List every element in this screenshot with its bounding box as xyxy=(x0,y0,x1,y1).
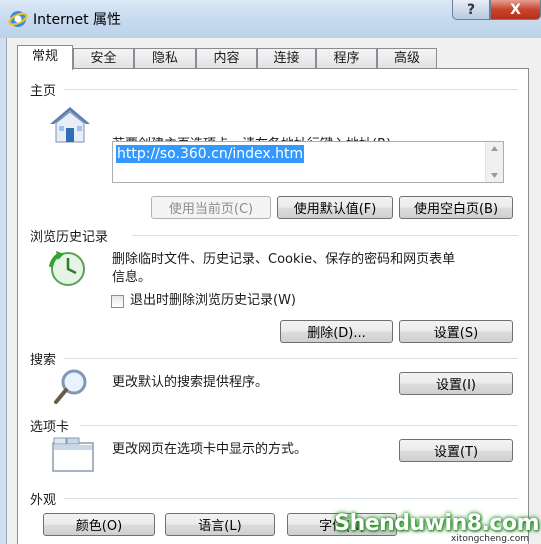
tab-content[interactable]: 内容 xyxy=(196,48,257,68)
tab-security[interactable]: 安全 xyxy=(73,48,134,68)
tabs-settings-button[interactable]: 设置(T) xyxy=(399,439,513,462)
search-settings-button[interactable]: 设置(I) xyxy=(399,372,513,395)
use-default-button[interactable]: 使用默认值(F) xyxy=(277,196,393,219)
general-panel: 主页 若要创建主页选项卡，请在各地址行键入地址(R)。 http://so.36… xyxy=(17,68,529,544)
divider xyxy=(64,358,518,359)
tab-general[interactable]: 常规 xyxy=(17,45,73,70)
divider xyxy=(80,425,518,426)
history-settings-button[interactable]: 设置(S) xyxy=(399,320,513,343)
title-bar: Internet 属性 ? X xyxy=(0,0,541,38)
divider xyxy=(132,235,518,236)
tab-programs[interactable]: 程序 xyxy=(316,48,377,68)
colors-button[interactable]: 颜色(O) xyxy=(43,513,155,536)
homepage-url-input[interactable]: http://so.360.cn/index.htm xyxy=(112,141,504,183)
home-icon xyxy=(50,107,90,143)
search-magnifier-icon xyxy=(54,369,87,404)
tab-advanced[interactable]: 高级 xyxy=(377,48,437,68)
delete-on-exit-checkbox[interactable] xyxy=(111,295,124,308)
site-watermark-sub: xitongcheng.com xyxy=(451,534,529,544)
url-scrollbar[interactable] xyxy=(485,142,503,182)
homepage-title: 主页 xyxy=(30,84,57,99)
delete-on-exit-label[interactable]: 退出时删除浏览历史记录(W) xyxy=(130,292,296,310)
close-button[interactable]: X xyxy=(490,0,541,20)
history-title: 浏览历史记录 xyxy=(30,230,109,245)
tab-connections[interactable]: 连接 xyxy=(257,48,316,68)
history-description-line2: 信息。 xyxy=(112,270,152,285)
site-watermark: Shenduwin8.com xyxy=(334,511,539,536)
delete-history-button[interactable]: 删除(D)... xyxy=(280,320,393,343)
history-clock-icon xyxy=(49,251,85,286)
divider xyxy=(64,498,518,499)
help-icon: ? xyxy=(466,1,476,18)
help-button[interactable]: ? xyxy=(452,0,490,20)
window-title: Internet 属性 xyxy=(33,12,122,28)
search-description: 更改默认的搜索提供程序。 xyxy=(112,375,269,390)
internet-explorer-icon xyxy=(8,11,28,27)
divider xyxy=(64,89,518,90)
tabs-section-description: 更改网页在选项卡中显示的方式。 xyxy=(112,442,308,457)
tab-privacy[interactable]: 隐私 xyxy=(134,48,196,68)
tabs-window-icon xyxy=(52,437,94,472)
history-description-line1: 删除临时文件、历史记录、Cookie、保存的密码和网页表单 xyxy=(112,252,456,267)
scroll-up-icon xyxy=(491,146,498,151)
use-blank-button[interactable]: 使用空白页(B) xyxy=(399,196,513,219)
close-icon: X xyxy=(510,1,521,18)
appearance-title: 外观 xyxy=(30,493,57,508)
use-current-button[interactable]: 使用当前页(C) xyxy=(151,196,271,219)
homepage-url-text: http://so.360.cn/index.htm xyxy=(116,145,305,163)
dialog-body: 常规 安全 隐私 内容 连接 程序 高级 主页 若要创建主页选项卡，请在各地址行… xyxy=(6,38,541,544)
languages-button[interactable]: 语言(L) xyxy=(165,513,275,536)
search-title: 搜索 xyxy=(30,353,57,368)
tabs-section-title: 选项卡 xyxy=(30,420,70,435)
scroll-down-icon xyxy=(491,173,498,178)
